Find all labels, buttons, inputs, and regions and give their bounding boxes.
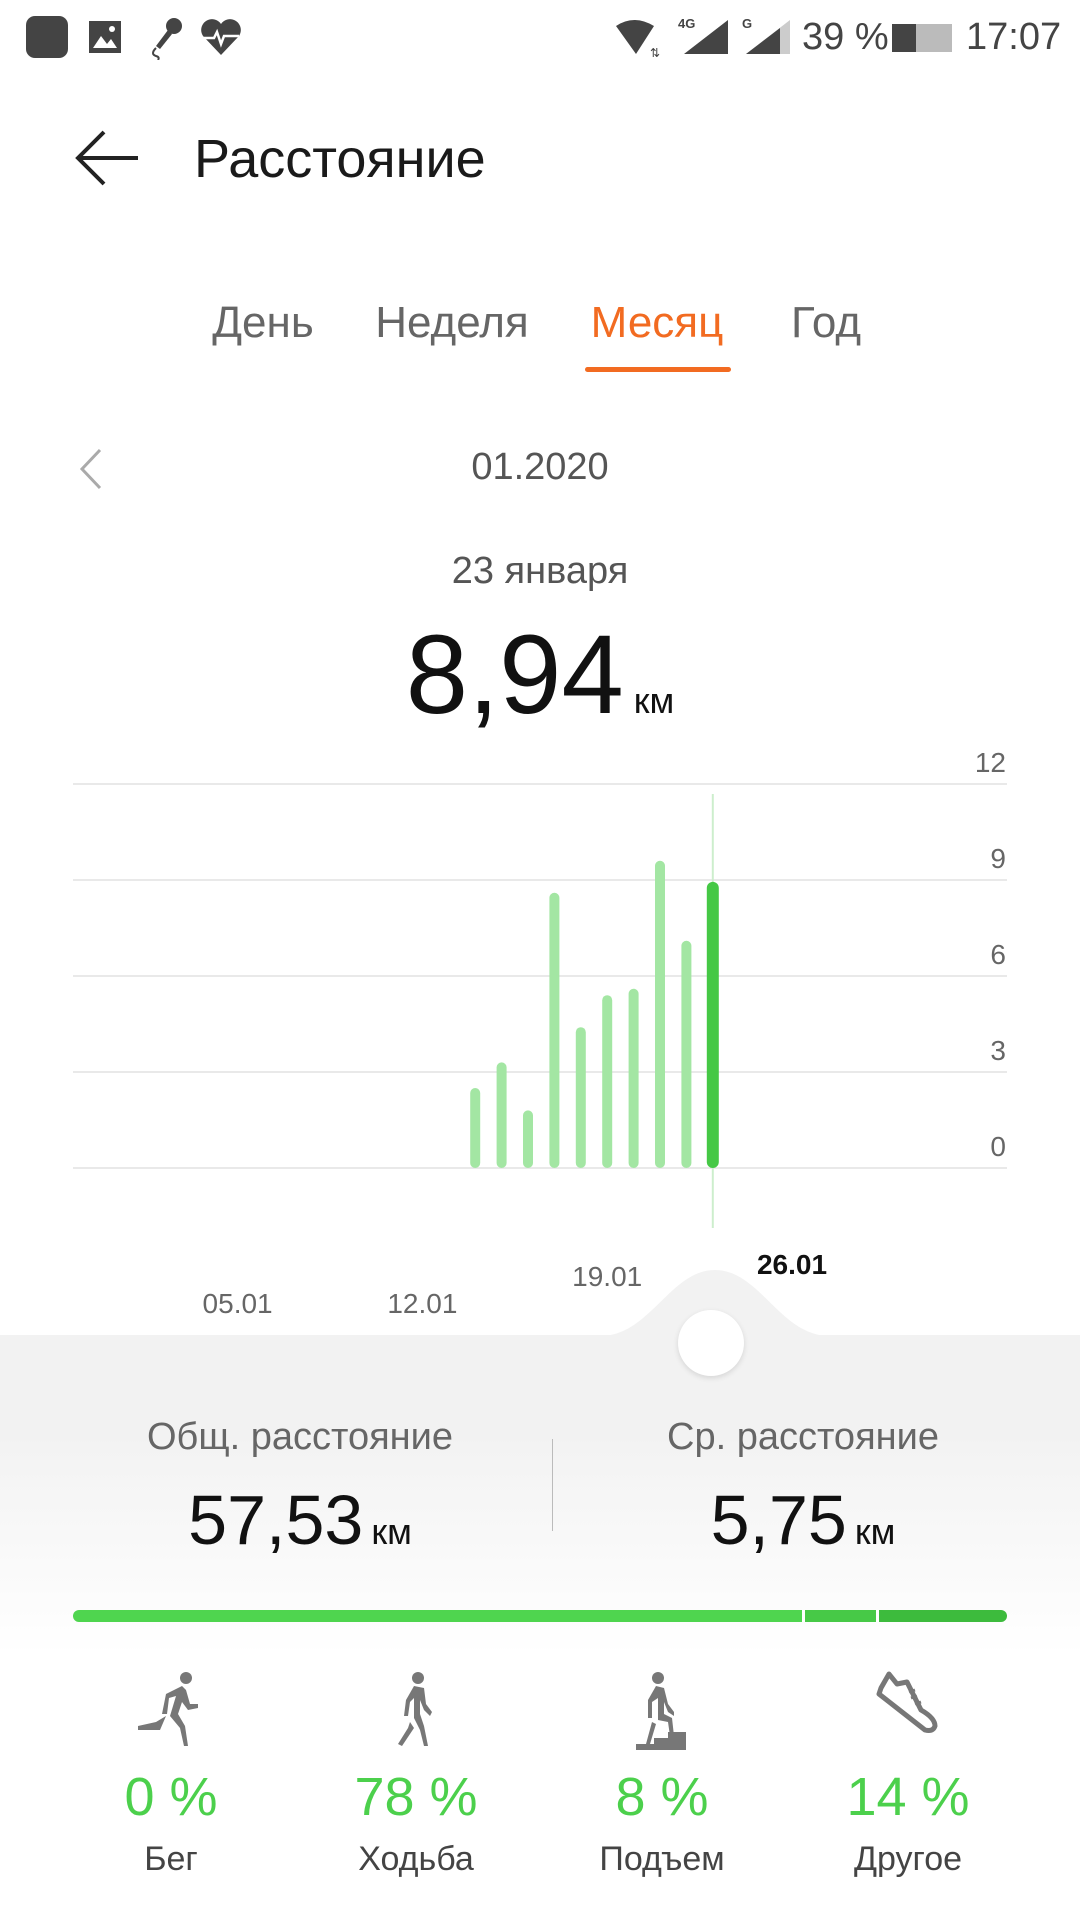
running-icon <box>138 1672 198 1746</box>
selected-distance: 8,94 км <box>406 610 674 739</box>
svg-text:⇅: ⇅ <box>650 46 660 58</box>
x-tick-label: 19.01 <box>572 1261 642 1292</box>
bar-day-18[interactable] <box>575 1027 586 1168</box>
bar-day-15[interactable] <box>496 1062 507 1168</box>
stats-divider <box>552 1439 553 1531</box>
bar-day-17[interactable] <box>549 892 560 1168</box>
total-distance-unit: км <box>371 1511 412 1552</box>
app-notification-icon <box>26 16 68 58</box>
y-tick-label: 6 <box>990 939 1006 970</box>
running-label: Бег <box>144 1840 198 1878</box>
tab-month[interactable]: Месяц <box>591 298 724 348</box>
bar-day-19[interactable] <box>602 995 613 1168</box>
gallery-icon <box>89 21 121 53</box>
activity-other <box>808 1670 1008 1739</box>
x-axis-labels: 05.01 12.01 19.01 26.01 <box>203 1249 827 1319</box>
bar-day-21[interactable] <box>655 860 665 1168</box>
selected-date: 23 января <box>451 550 629 592</box>
y-tick-label: 0 <box>990 1131 1006 1162</box>
distance-bar-chart[interactable]: 0 3 6 9 12 <box>0 740 1080 1260</box>
wifi-icon: ⇅ <box>616 20 660 58</box>
average-distance-label: Ср. расстояние <box>667 1416 939 1458</box>
total-distance-label: Общ. расстояние <box>146 1416 454 1458</box>
heart-rate-icon <box>201 19 241 55</box>
battery-percent: 39 % <box>802 16 889 58</box>
battery-icon <box>892 24 952 52</box>
status-bar: ⇅ 4G G 39 % 17:07 <box>0 0 1080 72</box>
bar-day-16[interactable] <box>523 1110 533 1168</box>
activity-walking <box>316 1670 516 1751</box>
y-tick-label: 12 <box>975 747 1006 778</box>
clock: 17:07 <box>966 16 1062 58</box>
average-distance-unit: км <box>854 1511 896 1552</box>
stairs-climb-icon <box>636 1672 686 1750</box>
average-distance: 5,75 км <box>711 1480 896 1560</box>
bar-day-23[interactable] <box>706 881 719 1168</box>
x-tick-label: 26.01 <box>757 1249 827 1280</box>
x-tick-label: 05.01 <box>203 1288 273 1319</box>
tab-year[interactable]: Год <box>791 298 861 348</box>
average-distance-value: 5,75 <box>710 1481 847 1559</box>
walking-label: Ходьба <box>358 1840 474 1878</box>
x-tick-label: 12.01 <box>387 1288 457 1319</box>
microphone-icon <box>152 18 182 60</box>
running-percent: 0 % <box>124 1767 218 1827</box>
tab-day[interactable]: День <box>212 298 314 348</box>
bar-day-14[interactable] <box>470 1088 481 1168</box>
page-title: Расстояние <box>194 129 486 189</box>
climbing-label: Подъем <box>599 1840 725 1878</box>
activity-running <box>71 1670 271 1751</box>
other-label: Другое <box>853 1840 963 1878</box>
previous-period-chevron-icon[interactable] <box>76 446 106 492</box>
selected-unit: км <box>633 680 675 721</box>
signal-icon-2 <box>746 20 790 54</box>
progress-segment-sneaker <box>876 1610 1007 1622</box>
summary-panel <box>0 1335 1080 1655</box>
activity-climbing <box>562 1670 762 1755</box>
sneaker-icon <box>876 1671 938 1733</box>
walking-icon <box>398 1672 432 1746</box>
active-tab-indicator <box>585 367 731 372</box>
y-tick-label: 3 <box>990 1035 1006 1066</box>
tab-week[interactable]: Неделя <box>375 298 528 348</box>
y-tick-label: 9 <box>990 843 1006 874</box>
bar-day-22[interactable] <box>681 940 692 1168</box>
progress-segment-walking <box>73 1610 802 1622</box>
total-distance-value: 57,53 <box>188 1481 364 1559</box>
activity-distribution-bar <box>73 1610 1007 1622</box>
climbing-percent: 8 % <box>615 1767 709 1827</box>
back-arrow-icon[interactable] <box>74 128 142 188</box>
bar-day-20[interactable] <box>628 988 639 1168</box>
selected-value: 8,94 <box>405 612 624 737</box>
progress-segment-stairs-climb <box>801 1610 877 1622</box>
signal-icon-1 <box>684 20 728 54</box>
timeline-scrubber-knob[interactable] <box>678 1310 744 1376</box>
total-distance: 57,53 км <box>188 1480 412 1560</box>
period-label: 01.2020 <box>471 446 609 488</box>
other-percent: 14 % <box>846 1767 970 1827</box>
walking-percent: 78 % <box>354 1767 478 1827</box>
